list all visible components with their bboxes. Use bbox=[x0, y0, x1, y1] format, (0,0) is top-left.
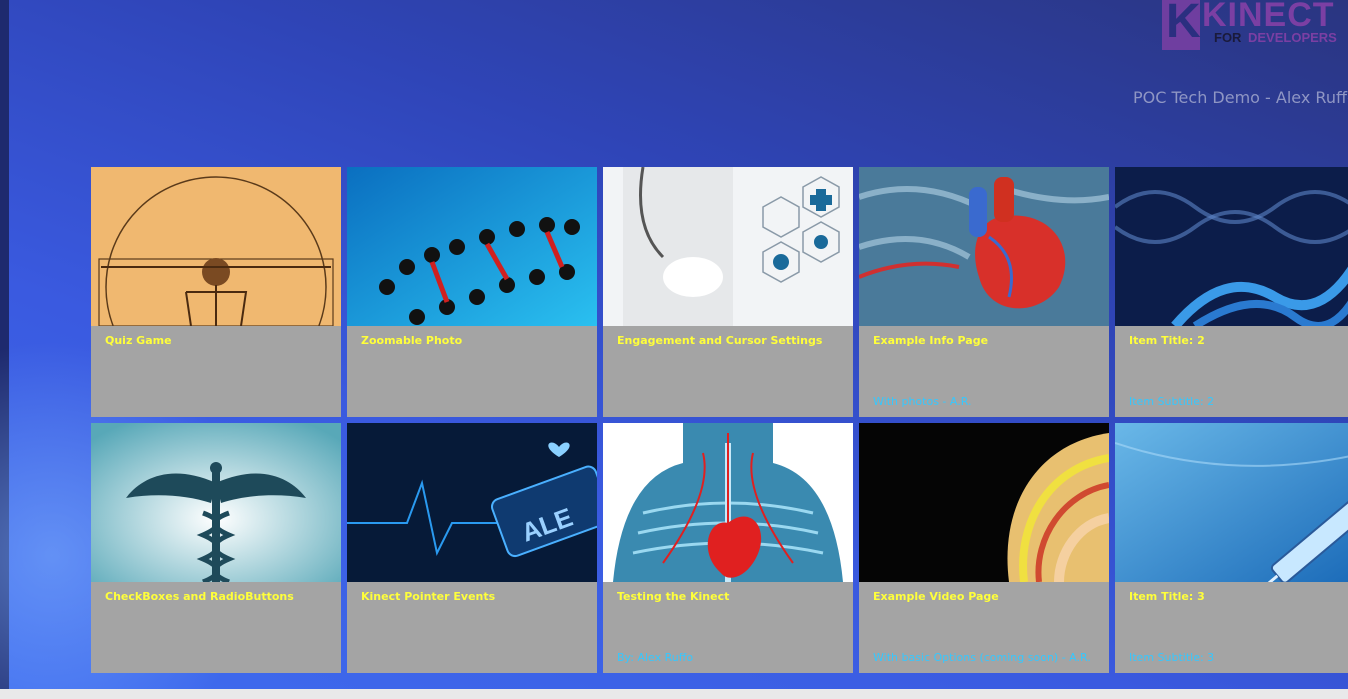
tile-item-2[interactable]: Item Title: 2 Item Subtitle: 2 bbox=[1115, 167, 1348, 417]
tile-example-video-page[interactable]: Example Video Page With basic Options (c… bbox=[859, 423, 1109, 673]
tile-subtitle: Item Subtitle: 3 bbox=[1129, 651, 1215, 664]
caduceus-image bbox=[91, 423, 341, 582]
tile-title: CheckBoxes and RadioButtons bbox=[105, 590, 294, 603]
tile-engagement-cursor-settings[interactable]: Engagement and Cursor Settings bbox=[603, 167, 853, 417]
tile-subtitle: With photos - A.R. bbox=[873, 395, 972, 408]
heart-anatomy-image bbox=[859, 167, 1109, 326]
tile-title: Testing the Kinect bbox=[617, 590, 730, 603]
tile-subtitle: Item Subtitle: 2 bbox=[1129, 395, 1215, 408]
app-subtitle: POC Tech Demo - Alex Ruffo bbox=[1133, 88, 1348, 107]
tile-subtitle: With basic Options (coming soon) - A.R. bbox=[873, 651, 1091, 664]
xray-heart-image bbox=[603, 423, 853, 582]
tile-title: Zoomable Photo bbox=[361, 334, 463, 347]
tile-subtitle: By: Alex Ruffo bbox=[617, 651, 694, 664]
tile-title: Quiz Game bbox=[105, 334, 172, 347]
tile-kinect-pointer-events[interactable]: ALE Kinect Pointer Events bbox=[347, 423, 597, 673]
tile-item-3[interactable]: Item Title: 3 Item Subtitle: 3 bbox=[1115, 423, 1348, 673]
kinect-logo-developers: DEVELOPERS bbox=[1248, 30, 1337, 45]
tile-title: Item Title: 3 bbox=[1129, 590, 1205, 603]
tile-checkboxes-radiobuttons[interactable]: CheckBoxes and RadioButtons bbox=[91, 423, 341, 673]
tile-zoomable-photo[interactable]: Zoomable Photo bbox=[347, 167, 597, 417]
tile-title: Item Title: 2 bbox=[1129, 334, 1205, 347]
taskbar-strip bbox=[0, 689, 1348, 699]
tile-quiz-game[interactable]: Quiz Game bbox=[91, 167, 341, 417]
doctor-icons-image bbox=[603, 167, 853, 326]
tile-title: Example Info Page bbox=[873, 334, 989, 347]
vitruvian-man-image bbox=[91, 167, 341, 326]
dna-helix-image bbox=[1115, 167, 1348, 326]
dna-model-image bbox=[347, 167, 597, 326]
kinect-logo-for: FOR bbox=[1214, 30, 1242, 45]
tile-title: Engagement and Cursor Settings bbox=[617, 334, 823, 347]
kinect-logo-k: K bbox=[1166, 0, 1201, 48]
tile-grid: Quiz Game Zoomable Photo Engagement and … bbox=[91, 167, 1348, 673]
alert-monitor-image: ALE bbox=[347, 423, 597, 582]
tile-example-info-page[interactable]: Example Info Page With photos - A.R. bbox=[859, 167, 1109, 417]
tile-testing-the-kinect[interactable]: Testing the Kinect By: Alex Ruffo bbox=[603, 423, 853, 673]
syringe-image bbox=[1115, 423, 1348, 582]
tile-title: Kinect Pointer Events bbox=[361, 590, 496, 603]
brain-scan-image bbox=[859, 423, 1109, 582]
tile-title: Example Video Page bbox=[873, 590, 999, 603]
kinect-logo: K KINECT FOR DEVELOPERS bbox=[1162, 0, 1348, 52]
